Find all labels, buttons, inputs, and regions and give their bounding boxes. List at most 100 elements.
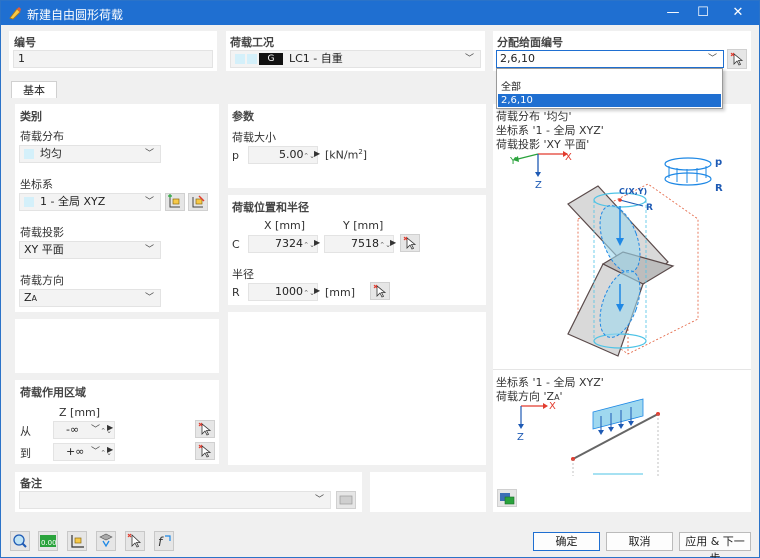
load-case-color-swatch xyxy=(235,54,245,64)
coordinate-icon xyxy=(71,535,84,548)
coord-value: 1 - 全局 XYZ xyxy=(40,195,106,208)
position-title: 荷载位置和半径 xyxy=(232,201,309,214)
radius-label: 半径 xyxy=(232,268,254,281)
coord-label: 坐标系 xyxy=(20,178,53,191)
projection-value: XY 平面 xyxy=(24,243,64,256)
number-field[interactable]: 1 xyxy=(13,50,213,68)
preview-options-button[interactable] xyxy=(497,489,517,507)
assign-option-selected[interactable]: 2,6,10 xyxy=(498,94,721,107)
from-value: -∞ xyxy=(66,423,80,436)
r-field[interactable]: 1000 ⌃⌄ xyxy=(248,283,318,301)
from-field[interactable]: -∞ ﹀ ⌃⌄ xyxy=(53,421,115,439)
cancel-button[interactable]: 取消 xyxy=(606,532,673,551)
note-select[interactable]: ﹀ xyxy=(19,491,331,509)
coord-swatch xyxy=(24,197,34,207)
dialog-window: 新建自由圆形荷载 — ☐ ✕ 编号 1 荷载工况 G LC1 - 自重 ﹀ 分配… xyxy=(0,0,760,558)
search-icon xyxy=(13,534,27,548)
units-icon: 0.00 xyxy=(40,535,57,547)
tab-basic[interactable]: 基本 xyxy=(11,81,57,99)
chevron-down-icon: ﹀ xyxy=(144,149,154,159)
coord-tool-button[interactable] xyxy=(67,531,87,551)
select-tool-button[interactable] xyxy=(125,531,145,551)
load-case-panel: 荷载工况 G LC1 - 自重 ﹀ xyxy=(226,31,485,71)
new-coord-button[interactable] xyxy=(165,193,185,211)
apply-next-button[interactable]: 应用 & 下一步 xyxy=(679,532,751,558)
p-value: 5.00 xyxy=(279,148,304,161)
p-label: p xyxy=(232,149,239,162)
pick-cursor-icon xyxy=(198,422,212,436)
center-label: C(X,Y) xyxy=(619,187,647,196)
y-value: 7518 xyxy=(351,237,379,250)
r-value: 1000 xyxy=(275,285,303,298)
distribution-select[interactable]: 均匀 ﹀ xyxy=(19,145,161,163)
note-edit-button[interactable] xyxy=(336,491,356,509)
display-button[interactable] xyxy=(96,531,116,551)
coord-select[interactable]: 1 - 全局 XYZ ﹀ xyxy=(19,193,161,211)
function-icon: f xyxy=(158,535,171,549)
close-button[interactable]: ✕ xyxy=(723,1,753,25)
category-title: 类别 xyxy=(20,110,42,123)
direction-subscript: A xyxy=(31,294,38,303)
svg-text:f: f xyxy=(158,535,164,549)
pick-radius-button[interactable] xyxy=(370,282,390,300)
app-icon xyxy=(9,7,21,20)
distribution-label: 荷载分布 xyxy=(20,130,64,143)
radius-r-label: R xyxy=(646,203,653,213)
x-next-icon[interactable]: ▶ xyxy=(314,238,320,247)
x-value: 7324 xyxy=(275,237,303,250)
units-button[interactable]: 0.00 xyxy=(38,531,58,551)
dir-axis-x-label: X xyxy=(549,401,556,412)
x-field[interactable]: 7324 ⌃⌄ xyxy=(248,235,318,253)
projection-select[interactable]: XY 平面 ﹀ xyxy=(19,241,161,259)
number-label: 编号 xyxy=(14,36,36,49)
distribution-value: 均匀 xyxy=(40,147,62,160)
maximize-button[interactable]: ☐ xyxy=(688,1,718,25)
params-panel: 参数 荷载大小 p 5.00 ⌃⌄ ▶ [kN/m2] xyxy=(228,104,486,188)
edit-coord-button[interactable] xyxy=(188,193,208,211)
title-bar: 新建自由圆形荷载 — ☐ ✕ xyxy=(1,1,759,25)
to-next-icon[interactable]: ▶ xyxy=(107,445,113,454)
direction-label: 荷载方向 xyxy=(20,274,64,287)
p-next-icon[interactable]: ▶ xyxy=(314,149,320,158)
pick-cursor-icon xyxy=(198,444,212,458)
pick-from-button[interactable] xyxy=(195,420,215,438)
load-case-label: 荷载工况 xyxy=(230,36,274,49)
new-coord-icon xyxy=(168,194,180,208)
projection-label: 荷载投影 xyxy=(20,226,64,239)
window-title: 新建自由圆形荷载 xyxy=(27,8,124,22)
to-field[interactable]: +∞ ﹀ ⌃⌄ xyxy=(53,443,115,461)
pick-position-button[interactable] xyxy=(400,234,420,252)
pick-surface-button[interactable] xyxy=(727,49,747,69)
ok-button[interactable]: 确定 xyxy=(533,532,600,551)
search-tool-button[interactable] xyxy=(10,531,30,551)
empty-panel xyxy=(15,319,219,373)
magnitude-label: 荷载大小 xyxy=(232,131,276,144)
p-field[interactable]: 5.00 ⌃⌄ xyxy=(248,146,318,164)
pick-to-button[interactable] xyxy=(195,442,215,460)
y-header: Y [mm] xyxy=(343,219,384,232)
y-next-icon[interactable]: ▶ xyxy=(390,238,396,247)
display-icon xyxy=(99,533,113,548)
load-case-color-swatch-2 xyxy=(247,54,257,64)
r-next-icon[interactable]: ▶ xyxy=(314,286,320,295)
y-field[interactable]: 7518 ⌃⌄ xyxy=(324,235,394,253)
from-next-icon[interactable]: ▶ xyxy=(107,423,113,432)
z-header: Z [mm] xyxy=(59,406,101,419)
assign-option-all[interactable]: 全部 xyxy=(498,81,721,94)
assign-select[interactable]: 2,6,10 ﹀ xyxy=(496,50,724,68)
function-button[interactable]: f xyxy=(154,531,174,551)
x-header: X [mm] xyxy=(264,219,306,232)
axis-z-label: Z xyxy=(535,180,542,191)
chevron-down-icon: ﹀ xyxy=(90,447,100,457)
chevron-down-icon: ﹀ xyxy=(464,54,474,64)
load-case-select[interactable]: G LC1 - 自重 ﹀ xyxy=(230,50,481,68)
pick-cursor-icon xyxy=(403,236,417,250)
direction-select[interactable]: ZA ﹀ xyxy=(19,289,161,307)
minimize-button[interactable]: — xyxy=(658,1,688,25)
assign-label: 分配给面编号 xyxy=(497,36,563,49)
note-side-panel xyxy=(370,472,486,512)
direction-value: ZA xyxy=(24,291,38,304)
p-unit: [kN/m2] xyxy=(325,148,368,162)
r-label: R xyxy=(232,286,240,299)
load-r-label: R xyxy=(715,183,723,194)
